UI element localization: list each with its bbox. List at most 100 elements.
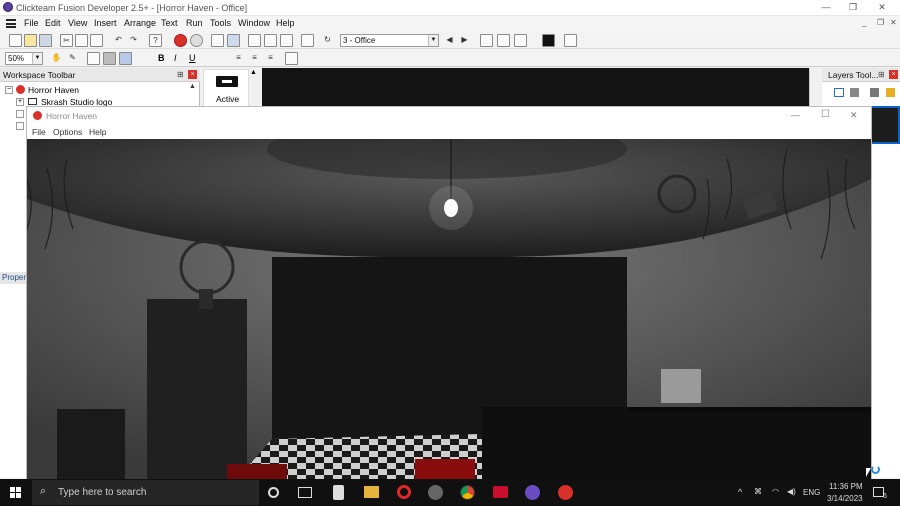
chrome-icon[interactable]	[460, 485, 475, 500]
language-indicator[interactable]: ENG	[803, 488, 820, 497]
volume-icon[interactable]: ◀)	[787, 487, 796, 496]
underline-button[interactable]: U	[189, 53, 196, 63]
game-scene[interactable]	[27, 139, 871, 479]
layer-option-icon[interactable]	[870, 88, 879, 97]
stop-icon[interactable]	[174, 34, 187, 47]
close-button[interactable]: ✕	[873, 1, 891, 14]
lock-icon[interactable]	[886, 88, 895, 97]
hand-icon[interactable]: ✋	[50, 52, 63, 65]
folder-icon[interactable]	[364, 486, 379, 498]
pick-icon[interactable]: ✎	[66, 52, 79, 65]
grid-icon[interactable]	[264, 34, 277, 47]
pin-icon[interactable]: ⊞	[878, 70, 885, 79]
tool-icon-a[interactable]	[480, 34, 493, 47]
hamburger-icon[interactable]	[6, 19, 16, 28]
game-maximize-button[interactable]: ☐	[821, 109, 830, 120]
black-square-icon[interactable]	[542, 34, 555, 47]
storyboard-icon[interactable]	[248, 34, 261, 47]
fit-icon[interactable]	[285, 52, 298, 65]
save-icon[interactable]	[39, 34, 52, 47]
data-elements-icon[interactable]	[301, 34, 314, 47]
paste-icon[interactable]	[90, 34, 103, 47]
tool-icon-g[interactable]	[119, 52, 132, 65]
cut-icon[interactable]: ✂	[60, 34, 73, 47]
game-menu-options[interactable]: Options	[53, 127, 82, 137]
task-view-icon[interactable]	[298, 487, 312, 498]
menu-arrange[interactable]: Arrange	[124, 18, 156, 28]
frame-editor-canvas[interactable]	[262, 68, 809, 108]
tree-expand-icon[interactable]	[16, 122, 24, 130]
game-minimize-button[interactable]: —	[791, 110, 800, 120]
tree-child[interactable]: Skrash Studio logo	[41, 97, 112, 107]
tool-icon-e[interactable]	[87, 52, 100, 65]
tree-root[interactable]: Horror Haven	[28, 85, 79, 95]
menu-help[interactable]: Help	[276, 18, 295, 28]
delete-layer-icon[interactable]	[850, 88, 859, 97]
settings-app-icon[interactable]	[428, 485, 443, 500]
new-file-icon[interactable]	[9, 34, 22, 47]
event-list-icon[interactable]	[280, 34, 293, 47]
wifi-icon[interactable]: ◠	[772, 487, 779, 496]
game-menu-file[interactable]: File	[32, 127, 46, 137]
cortana-icon[interactable]	[268, 487, 279, 498]
copy-icon[interactable]	[75, 34, 88, 47]
align-right-icon[interactable]: ≡	[264, 52, 277, 65]
menu-file[interactable]: File	[24, 18, 39, 28]
scroll-up-icon[interactable]: ▲	[189, 83, 198, 92]
align-left-icon[interactable]: ≡	[232, 52, 245, 65]
open-file-icon[interactable]	[24, 34, 37, 47]
tree-expand-icon[interactable]: +	[16, 98, 24, 106]
opera-icon[interactable]	[397, 485, 411, 499]
run-frame-icon[interactable]: ↻	[321, 34, 334, 47]
text-color-icon[interactable]	[204, 52, 217, 65]
inner-close-button[interactable]: ✕	[890, 18, 897, 27]
menu-edit[interactable]: Edit	[45, 18, 61, 28]
event-editor-icon[interactable]	[227, 34, 240, 47]
workspace-close-icon[interactable]: ×	[188, 70, 197, 79]
editor-scrollbar[interactable]	[809, 68, 821, 108]
windows-start-icon[interactable]	[10, 487, 21, 498]
tray-chevron-icon[interactable]: ^	[738, 487, 742, 497]
game-menu-help[interactable]: Help	[89, 127, 106, 137]
help-icon[interactable]: ?	[149, 34, 162, 47]
tool-icon-f[interactable]	[103, 52, 116, 65]
redo-icon[interactable]: ↷	[127, 34, 140, 47]
menu-view[interactable]: View	[68, 18, 87, 28]
clock-date[interactable]: 3/14/2023	[827, 494, 863, 503]
menu-window[interactable]: Window	[238, 18, 270, 28]
layers-close-icon[interactable]: ×	[889, 70, 898, 79]
tool-icon-b[interactable]	[497, 34, 510, 47]
minimize-button[interactable]: —	[817, 1, 835, 14]
tree-collapse-icon[interactable]: −	[5, 86, 13, 94]
tool-icon-c[interactable]	[514, 34, 527, 47]
italic-button[interactable]: I	[174, 53, 177, 63]
new-layer-icon[interactable]	[834, 88, 844, 97]
palette-scrollbar[interactable]: ▲	[248, 69, 258, 107]
zoom-select[interactable]: 50% ▼	[5, 52, 43, 65]
menu-run[interactable]: Run	[186, 18, 203, 28]
tray-app-icon[interactable]: ⌘	[754, 487, 762, 496]
record-icon[interactable]	[190, 34, 203, 47]
paint-icon[interactable]	[140, 52, 153, 65]
clickteam-taskbar-icon[interactable]	[525, 485, 540, 500]
menu-text[interactable]: Text	[161, 18, 178, 28]
next-frame-icon[interactable]: ▶	[458, 34, 471, 47]
active-object-icon[interactable]	[216, 76, 238, 87]
tree-expand-icon[interactable]	[16, 110, 24, 118]
frame-select[interactable]: 3 - Office ▼	[340, 34, 439, 47]
restore-button[interactable]: ❐	[844, 1, 862, 14]
tool-icon-d[interactable]	[564, 34, 577, 47]
recorder-icon[interactable]	[493, 486, 508, 498]
bold-button[interactable]: B	[158, 53, 165, 63]
notepad-icon[interactable]	[333, 485, 344, 500]
game-close-button[interactable]: ✕	[850, 110, 858, 121]
clock-time[interactable]: 11:36 PM	[829, 482, 863, 491]
menu-tools[interactable]: Tools	[210, 18, 231, 28]
horror-haven-taskbar-icon[interactable]	[558, 485, 573, 500]
taskbar-search[interactable]: ⌕ Type here to search	[32, 480, 259, 505]
inner-minimize-button[interactable]: _	[862, 18, 866, 27]
prev-frame-icon[interactable]: ◀	[443, 34, 456, 47]
layer-thumbnail[interactable]	[866, 106, 900, 144]
properties-tab[interactable]: Proper	[0, 272, 27, 284]
undo-icon[interactable]: ↶	[112, 34, 125, 47]
